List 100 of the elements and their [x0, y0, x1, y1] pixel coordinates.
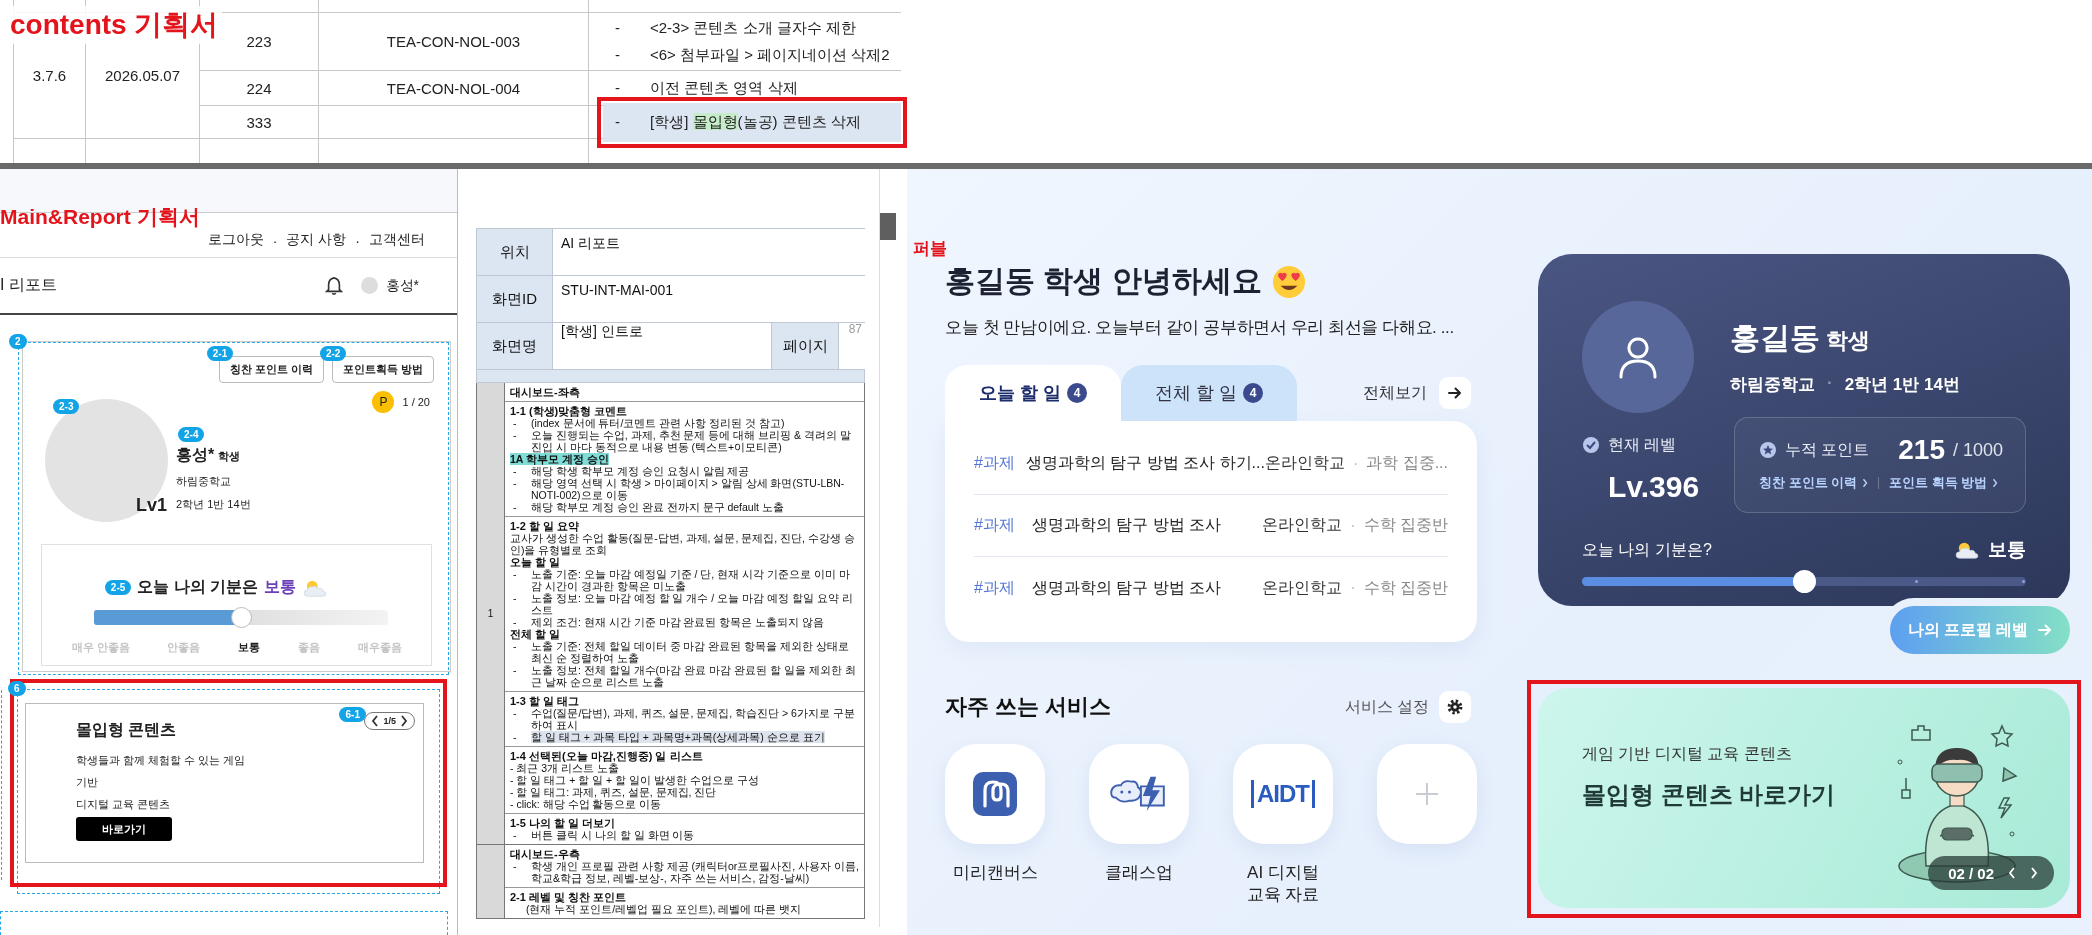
section-heading: 1-3 할 일 태그: [510, 695, 581, 707]
section-title: 자주 쓰는 서비스: [945, 693, 1112, 721]
table-cell: TEA-CON-NOL-004: [319, 71, 588, 105]
spec-text: 노출 정보: 전체 할일 개수(마감 완료 마감 완료된 할 일을 제외한 최근 날짜 순으로 리스트 노출: [531, 664, 857, 688]
go-button[interactable]: 바로가기: [76, 817, 172, 841]
task-tab[interactable]: 전체 할 일 4: [1121, 365, 1297, 421]
bullet-marker: -: [512, 568, 518, 582]
spec-text: - 최근 3개 리스트 노출: [510, 762, 619, 774]
service-tile[interactable]: [1377, 744, 1477, 844]
wireframe-button[interactable]: 포인트획득 방법: [331, 356, 434, 383]
field-label: 페이지: [782, 340, 828, 352]
bullet-marker: -: [512, 829, 518, 841]
spec-text: 버튼 클릭 시 나의 할 일 화면 이동: [531, 829, 695, 841]
wireframe-button[interactable]: 칭찬 포인트 이력: [218, 356, 324, 383]
header-link[interactable]: ·: [272, 233, 278, 249]
previous-chevron-icon[interactable]: [371, 715, 380, 727]
service-tile[interactable]: [1089, 744, 1189, 844]
mood-prompt: 오늘 나의 기분은?: [1582, 539, 1712, 560]
field-label: 화면ID: [492, 293, 537, 305]
bullet-marker: -: [512, 501, 518, 513]
points-label: 누적 포인트: [1785, 439, 1870, 460]
bullet-marker: -: [512, 707, 518, 721]
mood-option[interactable]: 보통: [238, 640, 261, 655]
task-title[interactable]: 생명과학의 탐구 방법 조사: [1032, 577, 1263, 599]
service-tile[interactable]: [945, 744, 1045, 844]
bullet-marker: -: [615, 78, 620, 98]
spec-text: 노출 기준: 전체 할일 데이터 중 마감 완료된 항목을 제외한 상태로 최신 순 정렬하여 노출: [531, 640, 851, 664]
number-badge: 2-5: [104, 580, 132, 595]
header-link[interactable]: 로그아웃: [207, 231, 264, 249]
school-name: 하림중학교: [1730, 374, 1815, 396]
greeting-title: 홍길동 학생 안녕하세요: [945, 263, 1262, 299]
separator-dot: ·: [1352, 454, 1359, 473]
annotation-label: 퍼블: [913, 238, 947, 260]
task-tab[interactable]: 오늘 할 일 4: [945, 365, 1121, 421]
spec-text: (현재 누적 포인트/레벨업 필요 포인트), 레벨에 따른 뱃지: [525, 903, 803, 915]
spec-text: 해당 학부모 계정 승인 완료 전까지 문구 default 노출: [531, 501, 784, 513]
content-title: 몰입형 콘텐츠: [76, 720, 177, 740]
spec-text: 노출 기준: 오늘 마감 예정일 기준 / 단, 현재 시각 기준으로 이미 마감 시간이 경과한 항목은 미노출: [531, 568, 851, 592]
intro-text: 오늘 첫 만남이에요. 오늘부터 같이 공부하면서 우리 최선을 다해요. ...: [945, 317, 1455, 339]
header-link[interactable]: 고객센터: [369, 231, 425, 249]
change-text: <2-3> 콘텐츠 소개 글자수 제한: [650, 18, 856, 38]
spec-text: 교사가 생성한 수업 활동(질문-답변, 과제, 설문, 문제집, 진단, 수강생 승인)을 유형별로 조회: [510, 532, 856, 556]
spec-text: (index 문서에 튜터/코멘트 관련 사항 정리된 것 참고): [531, 417, 785, 429]
arrow-right-icon: [1448, 387, 1462, 399]
header-link[interactable]: 공지 사항: [286, 231, 347, 249]
service-settings-button[interactable]: 서비스 설정: [1338, 690, 1477, 724]
points-total: / 1000: [1952, 439, 2003, 461]
bullet-marker: -: [512, 477, 518, 491]
bullet-marker: -: [615, 112, 620, 132]
separator-dot: ·: [1350, 579, 1356, 597]
student-name: 홍길동: [1730, 320, 1820, 356]
chevron-right-icon: [1862, 478, 1869, 488]
spec-text: 할 일 태그 + 과목 타입 + 과목명+과목(상세과목) 순으로 표기: [531, 731, 825, 743]
school-name: 하림중학교: [176, 474, 232, 489]
class-info: 2학년 1반 14번: [1844, 374, 1960, 396]
spec-text: 오늘 진행되는 수업, 과제, 추천 문제 등에 대해 브리핑 & 격려의 말 진입 시 마다 동적으로 내용 변동 (텍스트+이모티콘): [531, 429, 852, 453]
scrollbar[interactable]: [879, 169, 895, 927]
task-title[interactable]: 생명과학의 탐구 방법 조사 하기...: [1025, 453, 1265, 474]
user-name: 홍성*: [385, 276, 419, 295]
page-indicator: 1/5: [383, 716, 396, 726]
bell-icon[interactable]: [324, 275, 343, 296]
task-title[interactable]: 생명과학의 탐구 방법 조사: [1032, 515, 1263, 536]
mood-slider[interactable]: [1582, 570, 2026, 593]
service-label: AI 디지털 교육 자료: [1245, 862, 1321, 906]
chevron-right-icon: [1992, 478, 1999, 488]
level-text: Lv1: [136, 495, 168, 516]
field-value: STU-INT-MAI-001: [561, 282, 673, 298]
header-link[interactable]: ·: [355, 233, 360, 249]
bullet-marker: -: [512, 465, 518, 477]
document-label: Main&Report 기획서: [0, 205, 200, 229]
table-cell: [14, 139, 85, 163]
role-text: 학생: [1826, 327, 1870, 355]
slider-thumb[interactable]: [230, 607, 252, 628]
number-badge: 2: [9, 334, 27, 349]
slider-thumb[interactable]: [1792, 570, 1816, 593]
view-all-link[interactable]: 전체보기: [1357, 365, 1477, 421]
class-name: 수학 집중반: [1363, 577, 1448, 598]
arrow-right-icon: [2038, 624, 2053, 636]
task-tag: #과제: [974, 515, 1032, 536]
task-tag: #과제: [974, 577, 1032, 599]
section-heading: 대시보드-우측: [510, 848, 581, 860]
banner-subtitle: 게임 기반 디지털 교육 콘텐츠: [1582, 744, 1793, 764]
school-name: 온라인학교: [1262, 577, 1343, 598]
points-link[interactable]: 포인트 획득 방법: [1889, 474, 1999, 492]
task-tag: #과제: [974, 453, 1026, 474]
service-label: 클래스업: [1104, 862, 1174, 884]
service-label: 미리캔버스: [951, 862, 1039, 884]
spec-text: 제외 조건: 현재 시간 기준 마감 완료된 항목은 노출되지 않음: [531, 616, 825, 628]
bullet-marker: -: [512, 664, 518, 678]
table-cell: 333: [200, 106, 318, 138]
service-tile[interactable]: AIDT: [1233, 744, 1333, 844]
class-name: 수학 집중반: [1363, 515, 1448, 535]
role-text: 학생: [218, 450, 241, 462]
person-icon: [1618, 335, 1658, 379]
next-chevron-icon[interactable]: [400, 715, 408, 727]
section-heading: 1-5 나의 할 일 더보기: [510, 817, 617, 829]
section-heading: 1-2 할 일 요약: [510, 520, 581, 532]
number-badge: 6-1: [339, 707, 366, 722]
points-link[interactable]: 칭찬 포인트 이력: [1759, 474, 1869, 492]
bullet-marker: -: [615, 18, 620, 38]
